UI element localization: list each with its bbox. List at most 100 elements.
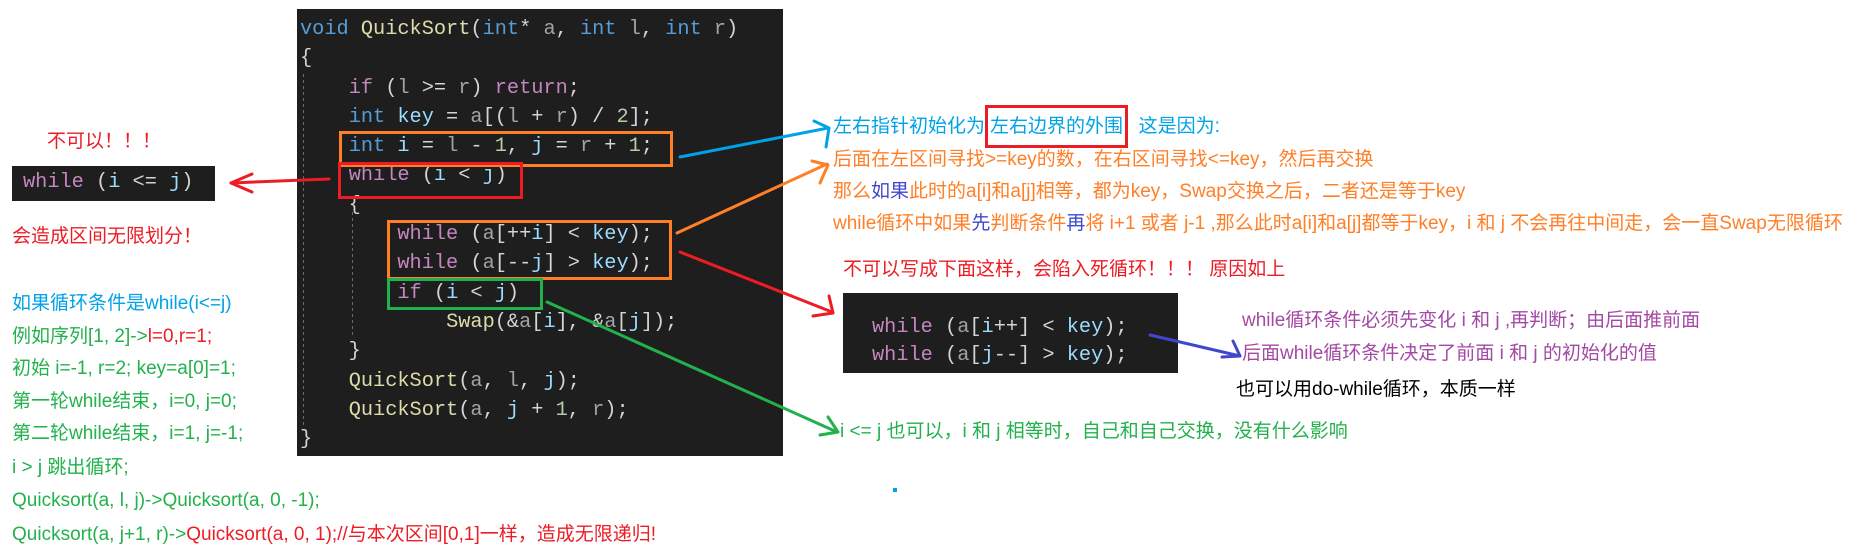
- annotation-text: 第一轮while结束，i=0, j=0;: [12, 391, 237, 412]
- note-dead-loop-warning: 不可以写成下面这样，会陷入死循环！！！ 原因如上: [843, 258, 1285, 282]
- code-token-punctuation: [702, 18, 714, 41]
- code-token-punctuation: );: [1103, 316, 1128, 339]
- code-token-control-keyword: while: [872, 316, 933, 339]
- note-example-right-recursion: Quicksort(a, j+1, r)->Quicksort(a, 0, 1)…: [12, 523, 656, 547]
- code-token-parameter: r: [555, 105, 568, 129]
- code-token-punctuation: [300, 399, 349, 422]
- annotation-text: 这是因为:: [1128, 116, 1220, 137]
- code-token-punctuation: ,: [640, 18, 666, 41]
- code-token-control-keyword: while: [872, 344, 933, 367]
- annotation-text: l=0,r=1;: [147, 326, 213, 347]
- note-infinite-partition-warning: 会造成区间无限划分！: [12, 225, 202, 249]
- code-token-punctuation: [300, 223, 397, 246]
- bad-loop-snippet: while (a[i++] < key); while (a[j--] > key…: [843, 293, 1178, 373]
- code-token-punctuation: ,: [519, 369, 544, 393]
- code-token-punctuation: ): [181, 171, 194, 194]
- note-example-round-1: 第一轮while结束，i=0, j=0;: [12, 390, 237, 414]
- code-line: QuickSort(a, j + 1, r);: [300, 396, 738, 425]
- code-token-punctuation: <=: [120, 171, 170, 194]
- arrow-head: [818, 415, 840, 437]
- code-token-punctuation: (: [83, 171, 109, 194]
- code-token-variable: j: [628, 310, 641, 334]
- code-token-punctuation: [: [531, 310, 544, 334]
- code-token-punctuation: ,: [567, 398, 593, 422]
- boxed-annotation-text: 左右边界的外围: [985, 105, 1129, 148]
- code-token-number: 2: [616, 105, 629, 129]
- code-token-punctuation: ];: [628, 105, 653, 129]
- annotation-text: 例如序列[1, 2]->: [12, 326, 148, 347]
- code-token-variable: i: [108, 171, 121, 194]
- code-line: int key = a[(l + r) / 2];: [300, 103, 738, 132]
- code-token-punctuation: +: [519, 398, 556, 422]
- code-line: while (a[j--] > key);: [872, 342, 1128, 370]
- code-token-parameter: a: [470, 398, 483, 422]
- code-lines: while (i <= j): [23, 168, 193, 197]
- code-token-punctuation: }: [300, 428, 313, 452]
- code-token-punctuation: ) /: [567, 105, 617, 129]
- annotation-text: 会造成区间无限划分！: [12, 226, 203, 247]
- code-token-control-keyword: while: [23, 171, 84, 194]
- arrow-head: [811, 294, 835, 318]
- code-token-punctuation: }: [300, 340, 361, 364]
- code-token-punctuation: ): [470, 76, 495, 100]
- code-token-variable: j: [543, 369, 556, 393]
- code-token-parameter: a: [957, 344, 970, 367]
- code-line: if (l >= r) return;: [300, 74, 738, 103]
- code-token-punctuation: (: [458, 398, 471, 422]
- annotation-text: 那么: [833, 181, 872, 202]
- code-token-punctuation: +: [519, 105, 556, 129]
- code-token-punctuation: ;: [567, 76, 580, 100]
- highlight-box-inner-while-loops: [387, 220, 672, 280]
- annotation-text: while循环条件必须先变化 i 和 j ,再判断；由后面推前面: [1242, 310, 1701, 331]
- code-token-punctuation: [: [969, 316, 982, 339]
- code-line: {: [300, 44, 738, 73]
- code-token-punctuation: (: [932, 344, 958, 367]
- code-line: Swap(&a[i], &a[j]);: [300, 308, 738, 337]
- annotation-text: 也可以用do-while循环，本质一样: [1236, 379, 1516, 400]
- note-not-allowed: 不可以！！！: [47, 130, 161, 154]
- bad-condition-snippet: while (i <= j): [12, 166, 215, 201]
- code-token-punctuation: (: [373, 76, 398, 100]
- code-token-function-name: QuickSort: [348, 369, 459, 393]
- note-search-and-swap: 后面在左区间寻找>=key的数，在右区间寻找<=key，然后再交换: [833, 148, 1374, 172]
- code-token-punctuation: (&: [494, 310, 520, 334]
- annotated-quicksort-figure: void QuickSort(int* a, int l, int r){ if…: [0, 0, 1873, 556]
- code-token-variable: j: [506, 398, 520, 422]
- annotation-text: 将 i+1 或者 j-1 ,那么此时a[i]和a[j]都等于key，i 和 j …: [1085, 213, 1843, 234]
- highlight-box-outer-while-condition: [338, 162, 523, 199]
- code-token-punctuation: [300, 370, 349, 393]
- code-token-keyword: int: [482, 18, 520, 41]
- code-token-punctuation: [300, 106, 349, 129]
- arrow-head: [229, 172, 254, 194]
- code-token-variable: i: [543, 310, 556, 334]
- code-token-punctuation: =: [433, 105, 471, 129]
- note-example-loop-exit: i > j 跳出循环;: [12, 456, 129, 480]
- code-token-keyword: int: [665, 18, 702, 41]
- annotation-text: Quicksort(a, j+1, r)->: [12, 524, 187, 545]
- arrow-head: [810, 159, 830, 185]
- code-token-parameter: l: [506, 369, 520, 393]
- code-token-punctuation: --] >: [993, 344, 1067, 367]
- code-token-punctuation: );: [1103, 344, 1128, 367]
- note-condition-decides-init: 后面while循环条件决定了前面 i 和 j 的初始化的值: [1242, 342, 1657, 366]
- note-example-round-2: 第二轮while结束，i=1, j=-1;: [12, 422, 243, 446]
- code-token-punctuation: ]);: [640, 310, 678, 334]
- annotation-text: 初始 i=-1, r=2; key=a[0]=1;: [12, 358, 236, 379]
- code-token-variable: key: [1066, 344, 1104, 367]
- code-token-parameter: a: [519, 310, 532, 334]
- code-token-punctuation: (: [470, 18, 483, 41]
- annotation-text: 左右指针初始化为: [833, 116, 986, 137]
- code-token-parameter: r: [713, 18, 727, 41]
- code-token-variable: key: [1066, 316, 1104, 339]
- code-token-parameter: a: [470, 105, 483, 129]
- code-token-punctuation: (: [458, 369, 471, 393]
- code-token-control-keyword: return: [494, 76, 568, 100]
- code-token-parameter: a: [604, 310, 617, 334]
- code-token-punctuation: ], &: [555, 310, 605, 334]
- annotation-text: while循环中如果: [833, 213, 972, 234]
- code-line: }: [300, 337, 738, 366]
- code-token-parameter: l: [628, 18, 641, 41]
- annotation-text: i <= j 也可以，i 和 j 相等时，自己和自己交换，没有什么影响: [840, 421, 1348, 442]
- note-must-change-first: while循环条件必须先变化 i 和 j ,再判断；由后面推前面: [1242, 309, 1700, 333]
- code-line: void QuickSort(int* a, int l, int r): [300, 15, 738, 44]
